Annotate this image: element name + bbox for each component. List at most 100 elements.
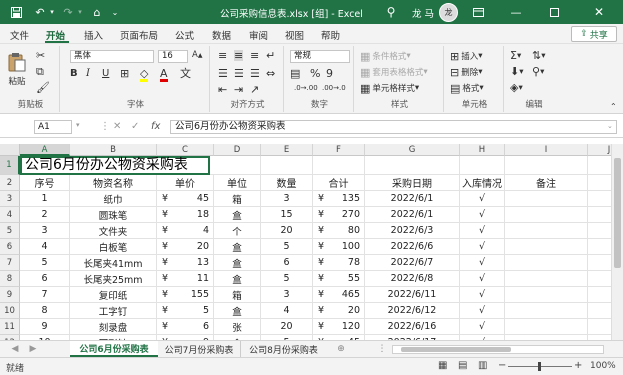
cell[interactable]: ¥78: [313, 255, 365, 271]
phonetic-icon[interactable]: 文: [180, 68, 191, 79]
cell[interactable]: 盒: [214, 255, 261, 271]
cell[interactable]: ¥13: [157, 255, 214, 271]
increase-decimal-icon[interactable]: .0→.00: [294, 84, 318, 92]
cell[interactable]: [588, 156, 611, 175]
zoom-slider[interactable]: [508, 362, 572, 371]
horizontal-scroll-thumb[interactable]: [401, 347, 511, 352]
cell[interactable]: 2022/6/3: [365, 223, 460, 239]
underline-button[interactable]: U: [102, 68, 109, 79]
cell[interactable]: 长尾夹25mm: [70, 271, 157, 287]
name-box[interactable]: A1: [34, 120, 72, 134]
zoom-out-icon[interactable]: −: [498, 360, 506, 371]
row-header[interactable]: 1: [0, 156, 20, 175]
bold-button[interactable]: B: [70, 68, 78, 79]
cell[interactable]: [588, 223, 611, 239]
save-icon[interactable]: [8, 4, 24, 20]
formula-input[interactable]: 公司6月份办公物资采购表: [170, 120, 617, 134]
cell[interactable]: 工字钉: [70, 303, 157, 319]
name-box-dropdown-icon[interactable]: ▾: [76, 121, 80, 129]
cell[interactable]: ¥5: [157, 303, 214, 319]
column-header[interactable]: I: [505, 144, 588, 156]
enter-icon[interactable]: ✓: [131, 121, 139, 132]
cell[interactable]: ¥4: [157, 223, 214, 239]
format-cells-button[interactable]: ▤ 格式 ▾: [450, 82, 484, 95]
cell[interactable]: √: [460, 287, 505, 303]
cell[interactable]: ¥270: [313, 207, 365, 223]
column-title-cell[interactable]: 合计: [313, 175, 365, 191]
comma-icon[interactable]: 9: [326, 68, 333, 79]
row-header[interactable]: 2: [0, 175, 20, 191]
column-header[interactable]: E: [261, 144, 313, 156]
row-header[interactable]: 11: [0, 319, 20, 335]
cell[interactable]: [505, 239, 588, 255]
redo-dropdown-icon[interactable]: ▾: [75, 4, 85, 20]
maximize-icon[interactable]: [544, 4, 564, 20]
zoom-in-icon[interactable]: +: [574, 360, 582, 371]
cell[interactable]: 3: [261, 191, 313, 207]
cell[interactable]: [588, 255, 611, 271]
column-header[interactable]: A: [20, 144, 70, 156]
column-header[interactable]: H: [460, 144, 505, 156]
cell[interactable]: 盒: [214, 303, 261, 319]
cell[interactable]: 5: [261, 239, 313, 255]
cell[interactable]: 2022/6/12: [365, 303, 460, 319]
cell[interactable]: √: [460, 239, 505, 255]
page-layout-view-icon[interactable]: ▤: [458, 360, 467, 371]
font-name-select[interactable]: 黑体: [70, 50, 154, 63]
sheet-title-cell[interactable]: 公司6月份办公物资采购表: [20, 156, 210, 175]
cell[interactable]: 文件夹: [70, 223, 157, 239]
row-header[interactable]: 8: [0, 271, 20, 287]
cell[interactable]: [460, 156, 505, 175]
accounting-format-icon[interactable]: ▤: [290, 68, 300, 79]
insert-function-icon[interactable]: fx: [151, 121, 160, 132]
decrease-indent-icon[interactable]: ⇤: [218, 84, 227, 95]
cell[interactable]: [505, 255, 588, 271]
cell[interactable]: 刻录盘: [70, 319, 157, 335]
increase-font-icon[interactable]: A ▲: [192, 50, 202, 60]
cell[interactable]: 20: [261, 319, 313, 335]
delete-cells-button[interactable]: ⊟ 删除 ▾: [450, 66, 483, 79]
prev-sheet-icon[interactable]: ◀: [8, 341, 22, 357]
tab-insert[interactable]: 插入: [84, 28, 103, 42]
clear-icon[interactable]: ◈ ▾: [510, 82, 523, 93]
cell[interactable]: [588, 191, 611, 207]
row-header[interactable]: 5: [0, 223, 20, 239]
cell[interactable]: 20: [261, 223, 313, 239]
cell[interactable]: √: [460, 319, 505, 335]
cell[interactable]: √: [460, 271, 505, 287]
cell[interactable]: 4: [20, 239, 70, 255]
cut-icon[interactable]: ✂: [36, 50, 45, 61]
close-icon[interactable]: ✕: [589, 4, 609, 20]
cell[interactable]: 纸巾: [70, 191, 157, 207]
column-title-cell[interactable]: 物资名称: [70, 175, 157, 191]
zoom-slider-thumb[interactable]: [538, 362, 541, 371]
cell[interactable]: 2022/6/6: [365, 239, 460, 255]
row-header[interactable]: 7: [0, 255, 20, 271]
align-top-icon[interactable]: ≡: [218, 50, 227, 61]
page-break-view-icon[interactable]: ▥: [478, 360, 487, 371]
row-header[interactable]: 6: [0, 239, 20, 255]
cell[interactable]: 白板笔: [70, 239, 157, 255]
cell[interactable]: [505, 319, 588, 335]
fill-color-icon[interactable]: ◇: [140, 68, 149, 82]
cell[interactable]: [505, 223, 588, 239]
cell[interactable]: 箱: [214, 287, 261, 303]
row-header[interactable]: 10: [0, 303, 20, 319]
cell[interactable]: 3: [261, 287, 313, 303]
collapse-ribbon-icon[interactable]: ⌃: [610, 102, 617, 111]
home-icon[interactable]: ⌂: [89, 4, 105, 20]
conditional-format-button[interactable]: ▦ 条件格式 ▾: [360, 50, 411, 63]
undo-icon[interactable]: ↶: [32, 4, 48, 20]
cell[interactable]: [505, 303, 588, 319]
cell[interactable]: [505, 191, 588, 207]
share-button[interactable]: ⇪ 共享: [571, 26, 617, 42]
cell[interactable]: 2022/6/1: [365, 191, 460, 207]
cell[interactable]: [588, 271, 611, 287]
percent-icon[interactable]: %: [310, 68, 320, 79]
minimize-icon[interactable]: —: [506, 4, 526, 20]
tab-page-layout[interactable]: 页面布局: [120, 28, 158, 42]
column-header[interactable]: F: [313, 144, 365, 156]
increase-indent-icon[interactable]: ⇥: [234, 84, 243, 95]
format-as-table-button[interactable]: ▦ 套用表格格式 ▾: [360, 66, 428, 79]
vertical-scrollbar[interactable]: [611, 144, 623, 340]
